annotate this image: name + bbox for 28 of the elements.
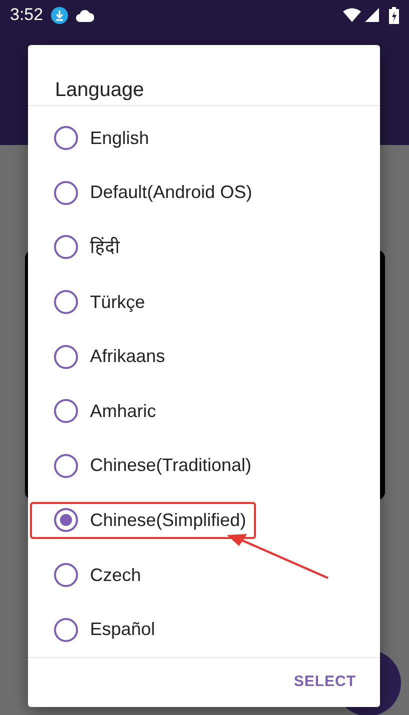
radio-button[interactable] (54, 563, 78, 588)
radio-button[interactable] (54, 508, 78, 532)
radio-button[interactable] (54, 618, 78, 642)
language-option[interactable]: Amharic (28, 392, 166, 430)
dialog-title: Language (54, 78, 145, 103)
wifi-icon (343, 8, 361, 22)
language-option[interactable]: हिंदी (28, 228, 130, 266)
select-button[interactable]: SELECT (288, 667, 362, 698)
language-option[interactable]: Czech (28, 556, 152, 594)
status-time: 3:52 (10, 4, 44, 26)
language-option[interactable]: Default(Android OS) (28, 174, 262, 212)
language-option[interactable]: Chinese(Traditional) (28, 447, 262, 484)
signal-icon (365, 8, 379, 22)
cloud-icon (76, 8, 94, 22)
radio-button[interactable] (54, 290, 78, 314)
language-option[interactable]: English (28, 120, 160, 157)
radio-button[interactable] (54, 454, 78, 478)
radio-button[interactable] (54, 235, 78, 260)
download-icon (51, 6, 68, 24)
radio-button[interactable] (54, 180, 78, 205)
radio-button[interactable] (54, 399, 78, 424)
battery-icon (389, 6, 399, 24)
radio-button[interactable] (54, 126, 78, 150)
language-option[interactable]: Chinese(Simplified) (30, 502, 256, 539)
radio-button[interactable] (54, 344, 78, 369)
language-option[interactable]: Türkçe (28, 284, 156, 321)
language-option[interactable]: Afrikaans (28, 338, 176, 376)
language-option[interactable]: Español (28, 611, 166, 648)
